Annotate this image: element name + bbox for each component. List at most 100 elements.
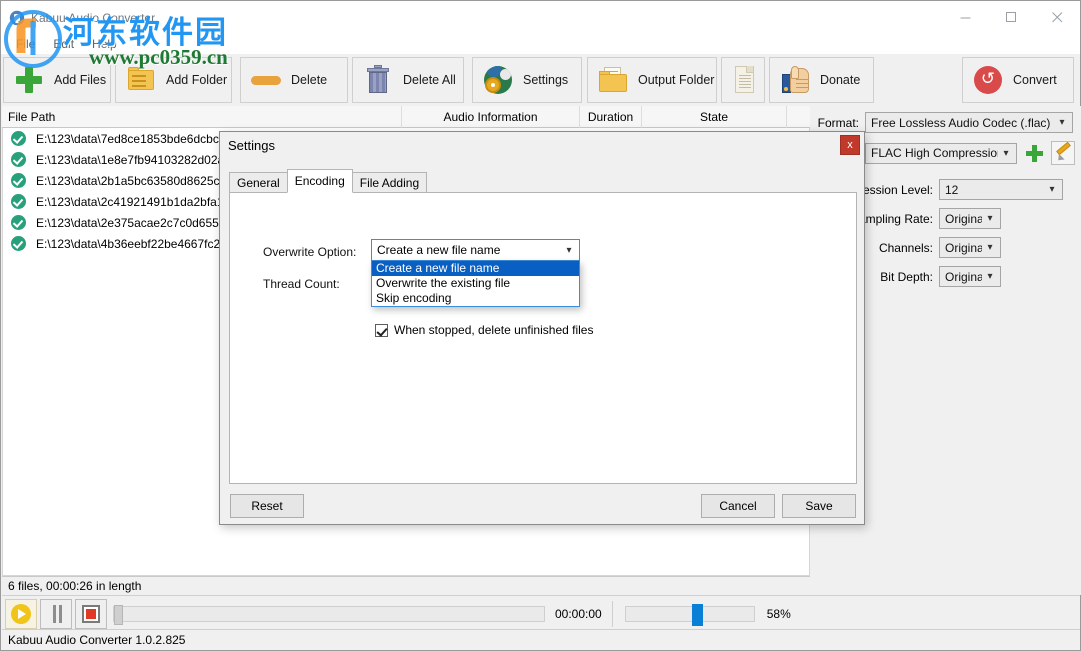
trash-icon [363, 65, 393, 95]
play-button[interactable] [5, 599, 37, 629]
file-list-header: File Path Audio Information Duration Sta… [2, 106, 810, 128]
tab-encoding[interactable]: Encoding [287, 169, 353, 193]
add-preset-button[interactable] [1023, 142, 1045, 164]
chevron-down-icon: ▾ [998, 148, 1014, 159]
seek-slider[interactable] [113, 606, 545, 622]
status-bar: Kabuu Audio Converter 1.0.2.825 [2, 629, 1080, 649]
tab-general[interactable]: General [229, 172, 288, 193]
output-folder-button[interactable]: Output Folder [587, 57, 717, 103]
delete-button[interactable]: Delete [240, 57, 348, 103]
chevron-down-icon: ▾ [1054, 117, 1070, 128]
sampling-rate-select[interactable]: Original ▾ [939, 208, 1001, 229]
app-icon [9, 10, 25, 26]
check-icon [11, 215, 26, 230]
dialog-title: Settings [220, 132, 864, 158]
file-path-cell: E:\123\data\2e375acae2c7c0d655935 [36, 216, 239, 230]
volume-percent-label: 58% [767, 607, 791, 621]
preset-select[interactable]: FLAC High Compression ▾ [865, 143, 1017, 164]
overwrite-option-value: Create a new file name [377, 243, 561, 257]
convert-icon: ↺ [973, 65, 1003, 95]
donate-button[interactable]: Donate [769, 57, 874, 103]
chevron-down-icon: ▾ [561, 245, 577, 256]
list-status-text: 6 files, 00:00:26 in length [2, 576, 810, 595]
add-files-button[interactable]: Add Files [3, 57, 111, 103]
compression-level-select[interactable]: 12 ▾ [939, 179, 1063, 200]
minus-icon [251, 65, 281, 95]
menu-help[interactable]: Help [83, 35, 126, 53]
title-bar: Kabuu Audio Converter [1, 1, 1080, 34]
save-button[interactable]: Save [782, 494, 856, 518]
add-folder-label: Add Folder [166, 73, 227, 87]
dropdown-option-skip[interactable]: Skip encoding [372, 291, 579, 306]
preset-value: FLAC High Compression [871, 146, 998, 160]
format-label: Format: [811, 116, 859, 130]
file-path-cell: E:\123\data\1e8e7fb94103282d02a4b [36, 153, 238, 167]
column-state[interactable]: State [642, 106, 787, 128]
tab-file-adding[interactable]: File Adding [352, 172, 427, 193]
convert-label: Convert [1013, 73, 1057, 87]
reset-button[interactable]: Reset [230, 494, 304, 518]
dialog-tabs: General Encoding File Adding [229, 169, 426, 193]
stop-button[interactable] [75, 599, 107, 629]
file-path-cell: E:\123\data\2c41921491b1da2bfa1eb [36, 195, 237, 209]
dialog-close-button[interactable]: x [840, 135, 860, 155]
file-path-cell: E:\123\data\4b36eebf22be4667fc2f1 [36, 237, 230, 251]
volume-slider[interactable] [625, 606, 755, 622]
pause-button[interactable] [40, 599, 72, 629]
format-select[interactable]: Free Lossless Audio Codec (.flac) ▾ [865, 112, 1073, 133]
bit-depth-value: Original [945, 270, 982, 284]
edit-preset-button[interactable] [1051, 141, 1075, 165]
settings-label: Settings [523, 73, 568, 87]
check-icon [11, 131, 26, 146]
cancel-button[interactable]: Cancel [701, 494, 775, 518]
check-icon [11, 194, 26, 209]
dropdown-option-create-new[interactable]: Create a new file name [372, 261, 579, 276]
settings-button[interactable]: Settings [472, 57, 582, 103]
output-folder-icon [598, 65, 628, 95]
play-icon [11, 604, 31, 624]
channels-select[interactable]: Original ▾ [939, 237, 1001, 258]
minimize-button[interactable] [942, 1, 988, 34]
donate-label: Donate [820, 73, 860, 87]
bit-depth-select[interactable]: Original ▾ [939, 266, 1001, 287]
check-icon [11, 152, 26, 167]
dropdown-option-overwrite[interactable]: Overwrite the existing file [372, 276, 579, 291]
column-file-path[interactable]: File Path [2, 106, 402, 128]
menu-bar: File Edit Help [1, 34, 1080, 54]
column-duration[interactable]: Duration [580, 106, 642, 128]
settings-dialog: Settings x General Encoding File Adding … [219, 131, 865, 525]
chevron-down-icon: ▾ [1044, 184, 1060, 195]
check-icon [11, 236, 26, 251]
document-button[interactable] [721, 57, 765, 103]
delete-all-button[interactable]: Delete All [352, 57, 464, 103]
convert-button[interactable]: ↺ Convert [962, 57, 1074, 103]
menu-file[interactable]: File [7, 35, 44, 53]
delete-unfinished-checkbox-row[interactable]: When stopped, delete unfinished files [375, 323, 593, 337]
overwrite-option-select[interactable]: Create a new file name ▾ [371, 239, 580, 261]
menu-edit[interactable]: Edit [44, 35, 83, 53]
delete-unfinished-checkbox[interactable] [375, 324, 388, 337]
channels-value: Original [945, 241, 982, 255]
maximize-button[interactable] [988, 1, 1034, 34]
toolbar: Add Files Add Folder Delete Delete All S… [1, 54, 1080, 106]
stop-icon [82, 605, 100, 623]
volume-thumb[interactable] [692, 604, 703, 626]
file-path-cell: E:\123\data\2b1a5bc63580d8625cf24 [36, 174, 236, 188]
delete-unfinished-label: When stopped, delete unfinished files [394, 323, 593, 337]
add-folder-button[interactable]: Add Folder [115, 57, 232, 103]
column-audio-information[interactable]: Audio Information [402, 106, 580, 128]
player-bar: 00:00:00 58% [2, 595, 1080, 631]
divider [612, 601, 613, 627]
delete-all-label: Delete All [403, 73, 456, 87]
seek-thumb[interactable] [114, 605, 123, 625]
sampling-rate-value: Original [945, 212, 982, 226]
format-value: Free Lossless Audio Codec (.flac) [871, 116, 1054, 130]
close-button[interactable] [1034, 1, 1080, 34]
delete-label: Delete [291, 73, 327, 87]
overwrite-option-dropdown[interactable]: Create a new file name Overwrite the exi… [371, 261, 580, 307]
encoding-tab-panel: Overwrite Option: Thread Count: Create a… [229, 192, 857, 484]
chevron-down-icon: ▾ [982, 271, 998, 282]
output-folder-label: Output Folder [638, 73, 714, 87]
plus-icon [14, 65, 44, 95]
add-files-label: Add Files [54, 73, 106, 87]
